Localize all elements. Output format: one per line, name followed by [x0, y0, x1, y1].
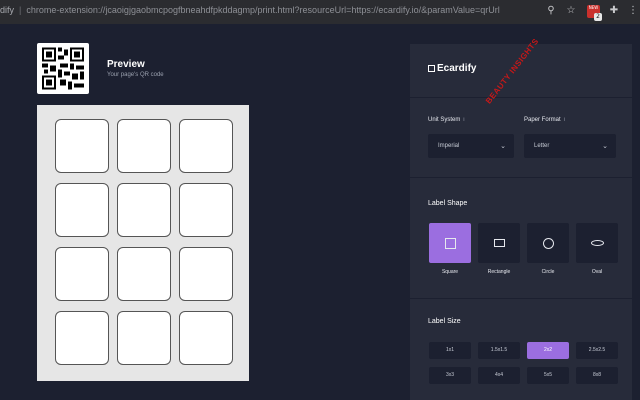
paper-format-select[interactable]: Letter ⌄	[524, 134, 616, 158]
qr-code-icon	[42, 47, 84, 90]
paper-format-label-text: Paper Format	[524, 117, 561, 123]
brand-mark-icon	[428, 65, 435, 72]
bookmark-star-icon[interactable]: ☆	[564, 4, 578, 18]
label-cell	[55, 183, 109, 237]
info-icon[interactable]: i	[564, 117, 565, 123]
chevron-down-icon: ⌄	[500, 142, 506, 150]
brand-name: Ecardify	[437, 63, 477, 74]
shape-label: Square	[441, 269, 459, 275]
paper-format-label: Paper Format i	[524, 117, 565, 123]
unit-system-label-text: Unit System	[428, 117, 461, 123]
label-cell	[55, 119, 109, 173]
divider	[410, 298, 632, 299]
size-button[interactable]: 4x4	[478, 367, 520, 384]
more-menu-icon[interactable]: ⋮	[626, 4, 640, 18]
rectangle-shape-icon	[493, 239, 505, 247]
extensions-puzzle-icon[interactable]: ✚	[607, 4, 621, 18]
preview-subtitle: Your page's QR code	[107, 72, 164, 78]
oval-shape-icon	[590, 240, 604, 246]
divider	[410, 97, 632, 98]
settings-panel: Ecardify Unit System i Paper Format i Impe…	[410, 44, 632, 400]
label-cell	[179, 247, 233, 301]
circle-shape-icon	[542, 237, 554, 249]
label-cell	[117, 183, 171, 237]
app-root: dify | chrome-extension://jcaoigjgaobmcp…	[0, 0, 640, 400]
shape-button-square[interactable]	[429, 223, 471, 263]
shape-button-circle[interactable]	[527, 223, 569, 263]
label-size-title: Label Size	[428, 318, 461, 325]
preview-title: Preview	[107, 59, 145, 70]
url-prefix: dify	[0, 5, 15, 15]
shape-label: Circle	[541, 269, 555, 275]
label-shape-title: Label Shape	[428, 200, 468, 207]
size-button[interactable]: 1x1	[429, 342, 471, 359]
search-icon[interactable]: ⚲	[544, 4, 558, 18]
label-cell	[179, 311, 233, 365]
label-cell	[117, 119, 171, 173]
label-sheet	[37, 105, 249, 381]
shape-button-rectangle[interactable]	[478, 223, 520, 263]
shape-button-oval[interactable]	[576, 223, 618, 263]
size-button[interactable]: 8x8	[576, 367, 618, 384]
size-button[interactable]: 1.5x1.5	[478, 342, 520, 359]
size-button[interactable]: 2x2	[527, 342, 569, 359]
unit-system-label: Unit System i	[428, 117, 464, 123]
square-shape-icon	[444, 237, 456, 249]
label-cell	[117, 311, 171, 365]
paper-format-value: Letter	[534, 143, 550, 149]
unit-system-value: Imperial	[438, 143, 460, 149]
label-cell	[179, 183, 233, 237]
address-bar[interactable]: dify | chrome-extension://jcaoigjgaobmcp…	[0, 5, 500, 15]
label-cell	[117, 247, 171, 301]
qr-code-thumbnail	[37, 43, 89, 94]
chevron-down-icon: ⌄	[602, 142, 608, 150]
divider	[410, 177, 632, 178]
size-button[interactable]: 3x3	[429, 367, 471, 384]
label-cell	[55, 311, 109, 365]
url-text: chrome-extension://jcaoigjgaobmcpogfbnea…	[26, 5, 500, 15]
extension-count-badge: 2	[594, 13, 602, 21]
shape-label: Rectangle	[487, 269, 511, 275]
shape-label: Oval	[591, 269, 603, 275]
size-button[interactable]: 2.5x2.5	[576, 342, 618, 359]
unit-system-select[interactable]: Imperial ⌄	[428, 134, 514, 158]
size-button[interactable]: 5x5	[527, 367, 569, 384]
brand-logo: Ecardify	[428, 63, 476, 74]
label-cell	[55, 247, 109, 301]
info-icon[interactable]: i	[463, 117, 464, 123]
browser-toolbar: dify | chrome-extension://jcaoigjgaobmcp…	[0, 0, 640, 24]
label-cell	[179, 119, 233, 173]
